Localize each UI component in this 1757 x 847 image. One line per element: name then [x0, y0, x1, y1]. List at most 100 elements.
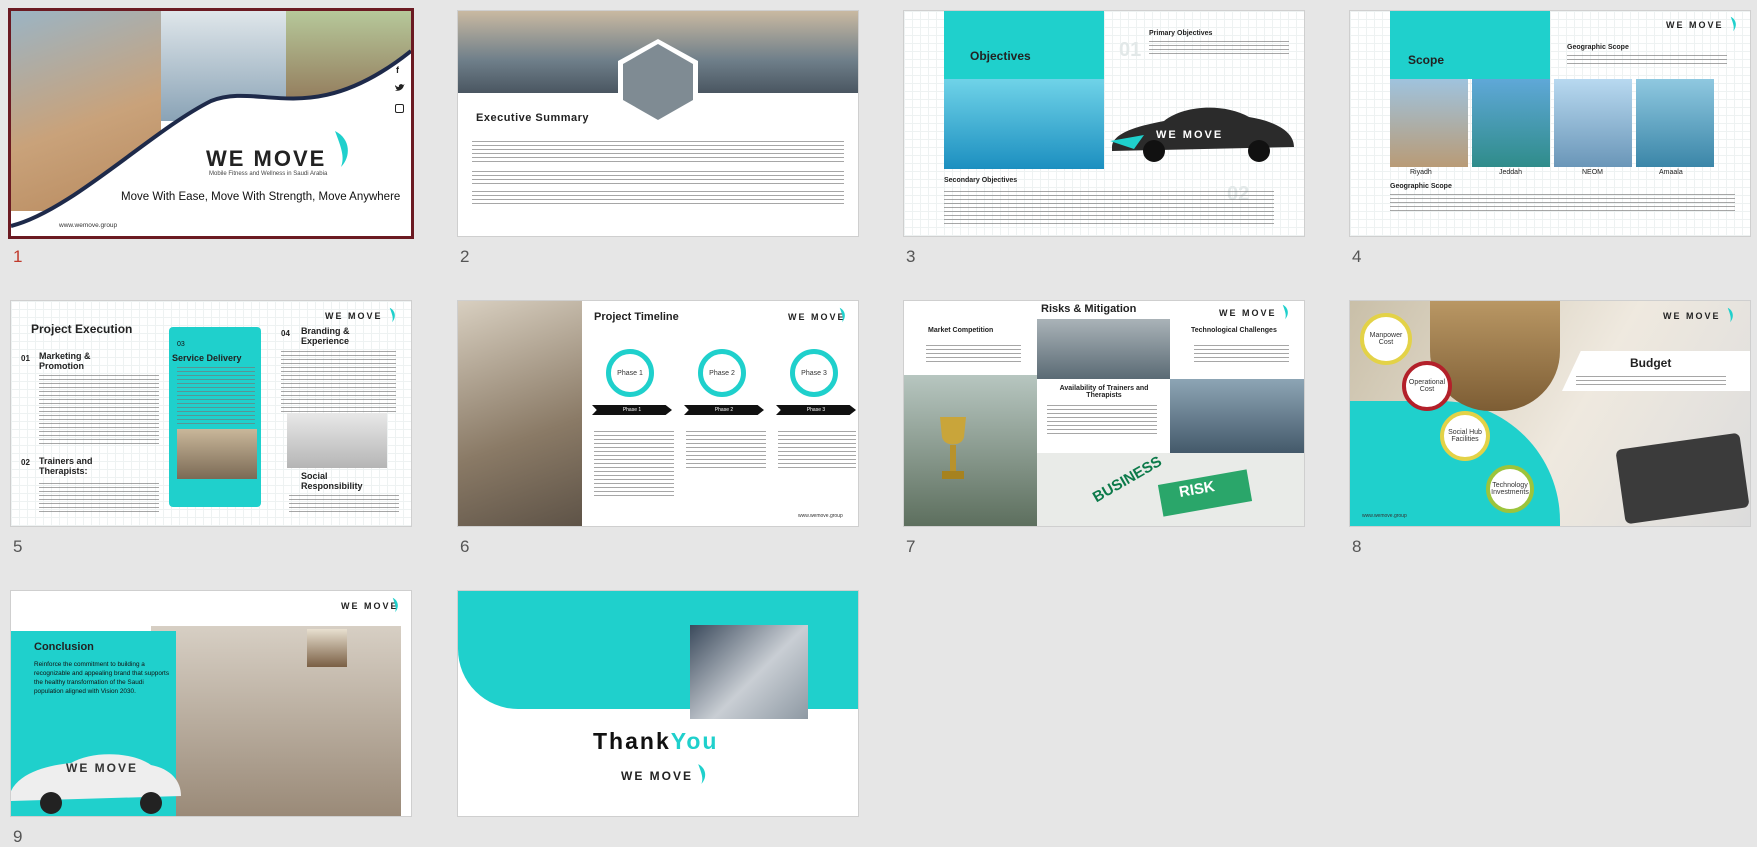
tagline: Move With Ease, Move With Strength, Move… [121, 191, 401, 203]
slide-thumbnail-9[interactable]: WE MOVE Conclusion Reinforce the commitm… [10, 590, 412, 817]
feather-icon [1727, 307, 1733, 323]
body-text [926, 345, 1021, 365]
slide-title: Project Timeline [594, 311, 679, 323]
website-url: www.wemove.group [1362, 513, 1407, 519]
body-text [289, 495, 399, 515]
market-competition-heading: Market Competition [928, 327, 994, 334]
slide-thumbnail-5[interactable]: Project Execution WE MOVE 01 Marketing &… [10, 300, 412, 527]
twitter-icon [395, 84, 405, 91]
feather-icon [1282, 304, 1288, 320]
social-responsibility-heading: Social Responsibility [301, 471, 363, 491]
trophy-photo [904, 375, 1037, 526]
gym-photo [177, 429, 257, 479]
body-text [1194, 345, 1289, 365]
slide-thumbnail-2[interactable]: Executive Summary [457, 10, 859, 237]
slide-title: Budget [1630, 356, 1672, 370]
primary-objectives-heading: Primary Objectives [1149, 30, 1213, 37]
trainers-heading: Trainers and Therapists: [39, 456, 93, 476]
marketing-heading: Marketing & Promotion [39, 351, 91, 371]
body-text [1576, 376, 1726, 386]
phase-2-arrow: Phase 2 [684, 405, 764, 415]
slide-title: Executive Summary [476, 112, 590, 124]
phase-3-arrow: Phase 3 [776, 405, 856, 415]
title-block [1390, 11, 1550, 79]
slide-thumbnail-7[interactable]: Risks & Mitigation WE MOVE Market Compet… [903, 300, 1305, 527]
thank-word: Thank [593, 728, 671, 754]
slide-thumbnail-1[interactable]: WE MOVE Mobile Fitness and Wellness in S… [8, 8, 414, 239]
service-delivery-heading: Service Delivery [172, 353, 242, 363]
body-text [472, 141, 844, 165]
slide-number-7: 7 [906, 537, 916, 556]
trophy-icon [940, 417, 966, 479]
phase-3-circle: Phase 3 [790, 349, 838, 397]
branded-van-photo [287, 413, 387, 468]
instagram-icon [395, 104, 404, 113]
city-label-amaala: Amaala [1659, 169, 1683, 176]
brand-subtitle: Mobile Fitness and Wellness in Saudi Ara… [209, 171, 328, 177]
slide-title: Risks & Mitigation [1041, 303, 1137, 315]
brand-logo: WE MOVE [1666, 20, 1724, 30]
feather-icon [839, 307, 845, 323]
website-url: www.wemove.group [798, 513, 843, 519]
section-number-03: 03 [177, 341, 185, 348]
manpower-cost-circle: Manpower Cost [1360, 313, 1412, 365]
body-text [39, 483, 159, 515]
phase-3-list [778, 431, 856, 471]
city-label-jeddah: Jeddah [1499, 169, 1522, 176]
feather-icon [335, 131, 348, 167]
availability-heading: Availability of Trainers and Therapists [1059, 385, 1149, 399]
slide-title: Scope [1408, 53, 1445, 67]
feather-icon [392, 597, 398, 613]
brand-logo: WE MOVE [621, 769, 694, 783]
handshake-photo [690, 625, 808, 719]
brand-logo: WE MOVE [1663, 311, 1721, 321]
body-text [1149, 41, 1289, 57]
slide-thumbnail-3[interactable]: Objectives 01 Primary Objectives WE MOVE… [903, 10, 1305, 237]
section-number-04: 04 [281, 329, 290, 338]
jeddah-photo [1472, 79, 1550, 167]
portrait-hexagon [618, 39, 698, 125]
geographic-scope-heading: Geographic Scope [1567, 44, 1629, 51]
slide-title: Conclusion [34, 641, 94, 653]
slide-thumbnail-10[interactable]: ThankYou WE MOVE [457, 590, 859, 817]
brand-logo: WE MOVE [1219, 308, 1277, 318]
section-number-02: 02 [21, 458, 30, 467]
brand-logo: WE MOVE [788, 312, 846, 322]
body-text [472, 171, 844, 187]
facebook-icon: f [396, 65, 399, 75]
pool-photo [944, 79, 1104, 169]
operational-cost-circle: Operational Cost [1402, 361, 1452, 411]
trainers-group-photo [1037, 319, 1170, 379]
technology-investments-circle: Technology Investments [1486, 465, 1534, 513]
section-number-01: 01 [21, 354, 30, 363]
tech-challenges-heading: Technological Challenges [1191, 327, 1277, 334]
social-hub-circle: Social Hub Facilities [1440, 411, 1490, 461]
slide-title: Project Execution [31, 322, 133, 336]
slide-number-1: 1 [13, 247, 23, 266]
handshake-screen-photo [1170, 379, 1304, 453]
slide-number-9: 9 [13, 827, 23, 846]
website-url: www.wemove.group [59, 222, 118, 229]
riyadh-photo [1390, 79, 1468, 167]
slide-thumbnail-6[interactable]: Project Timeline WE MOVE Phase 1 Phase 2… [457, 300, 859, 527]
body-text [177, 367, 255, 425]
body-text [1047, 405, 1157, 435]
city-label-riyadh: Riyadh [1410, 169, 1432, 176]
slide-thumbnail-4[interactable]: Scope WE MOVE Geographic Scope Riyadh Je… [1349, 10, 1751, 237]
body-text [1390, 194, 1735, 214]
brand-logo: WE MOVE [206, 146, 327, 171]
bullet-list [281, 351, 396, 413]
title-block [944, 11, 1104, 79]
body-text [39, 375, 159, 445]
phase-2-list [686, 431, 766, 471]
phase-1-circle: Phase 1 [606, 349, 654, 397]
brand-logo: WE MOVE [325, 311, 383, 321]
slide-number-8: 8 [1352, 537, 1362, 556]
slide-number-4: 4 [1352, 247, 1362, 266]
portrait-inset [307, 629, 347, 667]
car-image [11, 754, 181, 814]
you-word: You [670, 728, 719, 754]
bullet-list [944, 191, 1274, 227]
slide-number-3: 3 [906, 247, 916, 266]
slide-thumbnail-8[interactable]: WE MOVE Budget Manpower Cost Operational… [1349, 300, 1751, 527]
